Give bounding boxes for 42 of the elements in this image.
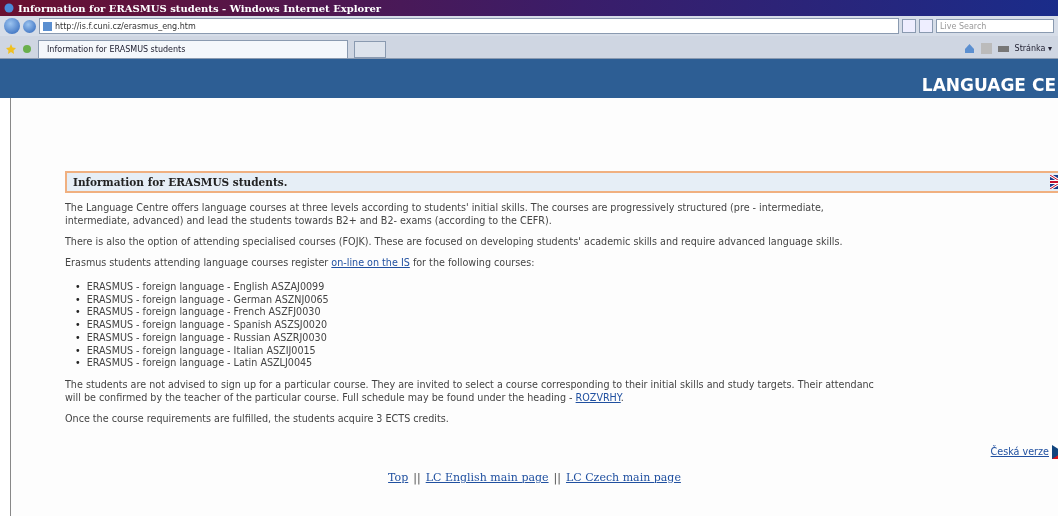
header-title: LANGUAGE CE <box>921 75 1056 95</box>
footer-link[interactable]: Top <box>388 470 409 484</box>
separator: || <box>413 470 421 484</box>
forward-icon[interactable] <box>23 19 36 33</box>
paragraph: The Language Centre offers language courses at three levels according to students' initial skills. The courses are progressively structured (pre - intermediate, intermediate, advanced) and lead the students towards B2+ and B2- exams (according to the CEFR). <box>65 201 825 227</box>
paragraph: There is also the option of attending specialised courses (FOJK). These are focused on developing students' academic skills and require advanced language skills. <box>65 235 844 248</box>
link[interactable]: on-line on the IS <box>331 257 410 268</box>
back-icon[interactable] <box>4 18 20 34</box>
star-icon[interactable] <box>6 44 16 54</box>
czech-version-link[interactable]: Česká verze <box>990 446 1049 458</box>
browser-icon <box>4 3 14 13</box>
bullet: • <box>75 344 81 358</box>
page-icon <box>43 21 52 31</box>
bullet: • <box>75 293 81 307</box>
new-tab-button[interactable] <box>354 41 386 58</box>
paragraph: Once the course requirements are fulfilled, the students acquire 3 ECTS credits. <box>65 411 450 425</box>
search-field[interactable]: Live Search <box>936 19 1054 33</box>
course-item: ERASMUS - foreign language - German ASZNJ0065 <box>86 293 329 307</box>
course-item: ERASMUS - foreign language - English ASZAJ0099 <box>86 281 325 294</box>
course-item: ERASMUS - foreign language - French ASZFJ0030 <box>86 306 321 320</box>
home-icon[interactable] <box>963 42 975 54</box>
address-field[interactable]: http://is.f.cuni.cz/erasmus_eng.htm <box>39 18 899 34</box>
page-menu[interactable]: Stránka ▾ <box>1014 43 1052 53</box>
course-item: ERASMUS - foreign language - Italian ASZIJ0015 <box>86 344 316 358</box>
add-favorite-icon[interactable] <box>22 44 32 54</box>
paragraph: Erasmus students attending language courses register on-line on the IS for the following courses: <box>65 256 536 269</box>
course-item: ERASMUS - foreign language - Spanish ASZSJ0020 <box>86 319 328 332</box>
browser-tab[interactable]: Information for ERASMUS students <box>38 40 348 58</box>
paragraph: The students are not advised to sign up for a particular course. They are invited to select a course corresponding to their initial skills and study targets. Their attendanc will be confirmed by the teacher of the particular course. Full schedule may be found under the heading - ROZVRHY. <box>65 377 875 404</box>
bullet: • <box>75 331 81 345</box>
separator: || <box>553 470 561 484</box>
window-title: Information for ERASMUS students - Windows Internet Explorer <box>18 2 382 14</box>
footer-link[interactable]: LC English main page <box>425 470 549 484</box>
page-heading: Information for ERASMUS students. <box>73 176 288 188</box>
bullet: • <box>75 319 81 332</box>
bullet: • <box>75 306 81 320</box>
bullet: • <box>75 281 81 294</box>
bullet: • <box>75 357 81 370</box>
footer-link[interactable]: LC Czech main page <box>565 470 681 484</box>
course-item: ERASMUS - foreign language - Russian ASZRJ0030 <box>86 331 327 345</box>
course-item: ERASMUS - foreign language - Latin ASZLJ0045 <box>86 357 313 370</box>
link[interactable]: ROZVRHY <box>575 391 621 403</box>
